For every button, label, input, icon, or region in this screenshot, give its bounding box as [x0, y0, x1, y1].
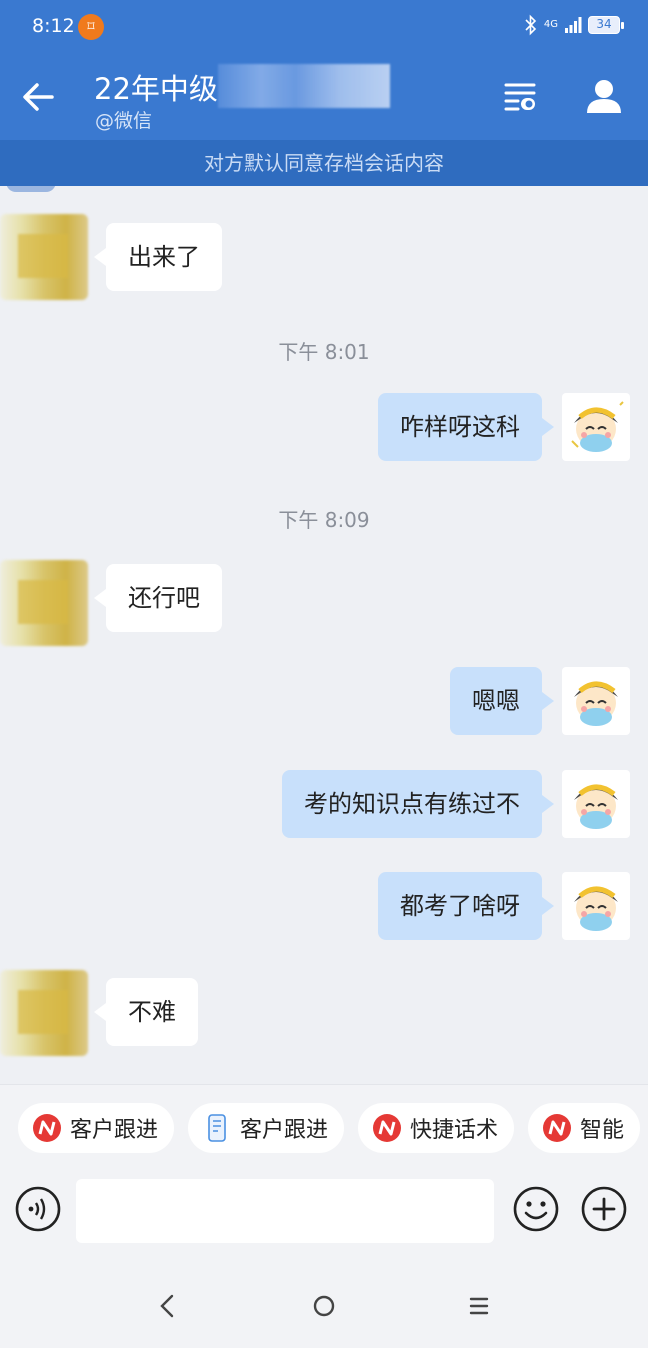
timestamp: 下午 8:09 — [278, 508, 370, 532]
chip-label: 智能 — [580, 1118, 625, 1143]
status-indicators: 4G 34 — [524, 14, 624, 36]
archive-notice: 对方默认同意存档会话内容 — [0, 140, 648, 186]
status-bar: 8:12 ⌑ 4G 34 — [0, 0, 648, 54]
message-bubble[interactable]: 咋样呀这科 — [378, 393, 554, 461]
phone-doc-icon — [208, 1114, 226, 1142]
chip-label: 客户跟进 — [70, 1118, 159, 1143]
chip-label: 客户跟进 — [240, 1118, 329, 1143]
message-bubble[interactable]: 还行吧 — [94, 564, 222, 632]
message-bubble[interactable]: 都考了啥呀 — [378, 872, 554, 940]
plus-icon[interactable] — [580, 1185, 628, 1233]
cut-off-avatar — [6, 186, 56, 192]
brand-logo-icon — [33, 1114, 61, 1142]
cartoon-avatar-icon — [574, 784, 618, 829]
cartoon-avatar-icon — [571, 401, 624, 452]
timestamp: 下午 8:01 — [278, 340, 370, 364]
back-arrow-icon[interactable] — [18, 76, 60, 118]
battery-icon: 34 — [588, 16, 624, 34]
chat-header: 22年中级 @微信 — [0, 54, 648, 140]
brand-logo-icon — [543, 1114, 572, 1142]
compose-toolbar: 客户跟进 客户跟进 快捷话术 智能 — [0, 1084, 648, 1260]
chat-title: 22年中级 — [94, 72, 218, 106]
nav-back-icon[interactable] — [150, 1288, 186, 1324]
profile-icon[interactable] — [584, 76, 624, 116]
chip-label: 快捷话术 — [410, 1118, 499, 1143]
chip-smart[interactable]: 智能 — [528, 1103, 641, 1153]
brand-logo-icon — [373, 1114, 402, 1142]
my-avatar[interactable] — [562, 872, 630, 940]
redacted-name-mask — [218, 64, 390, 108]
nav-menu-icon[interactable] — [461, 1288, 497, 1324]
message-bubble[interactable]: 不难 — [94, 978, 198, 1046]
message-bubble[interactable]: 考的知识点有练过不 — [282, 770, 554, 838]
notification-icon: ⌑ — [78, 14, 104, 40]
message-list[interactable]: 出来了 下午 8:01 咋样呀这科 下午 8:09 还行吧 嗯嗯 考的知识点有练… — [0, 186, 648, 1084]
chip-customer-followup[interactable]: 客户跟进 — [18, 1103, 175, 1153]
emoji-icon[interactable] — [512, 1185, 560, 1233]
network-indicator: 4G — [543, 19, 558, 30]
signal-icon — [565, 17, 582, 33]
chip-customer-followup-2[interactable]: 客户跟进 — [188, 1103, 345, 1153]
bluetooth-icon — [525, 14, 537, 36]
filter-settings-icon[interactable] — [502, 78, 538, 114]
contact-avatar[interactable] — [0, 560, 88, 646]
quick-action-chips: 客户跟进 客户跟进 快捷话术 智能 — [18, 1103, 641, 1153]
my-avatar[interactable] — [562, 393, 630, 461]
chat-subtitle: @微信 — [95, 110, 153, 132]
cartoon-avatar-icon — [574, 886, 618, 931]
message-input[interactable] — [76, 1179, 494, 1243]
contact-avatar[interactable] — [0, 214, 88, 300]
my-avatar[interactable] — [562, 770, 630, 838]
contact-avatar[interactable] — [0, 970, 88, 1056]
status-time: 8:12 — [32, 15, 75, 37]
input-row — [0, 1179, 648, 1247]
voice-icon[interactable] — [14, 1185, 62, 1233]
message-bubble[interactable]: 嗯嗯 — [450, 667, 554, 735]
cartoon-avatar-icon — [574, 681, 618, 726]
nav-home-icon[interactable] — [306, 1288, 342, 1324]
my-avatar[interactable] — [562, 667, 630, 735]
message-bubble[interactable]: 出来了 — [94, 223, 222, 291]
chip-quick-phrases[interactable]: 快捷话术 — [358, 1103, 515, 1153]
system-nav-bar — [0, 1260, 648, 1348]
